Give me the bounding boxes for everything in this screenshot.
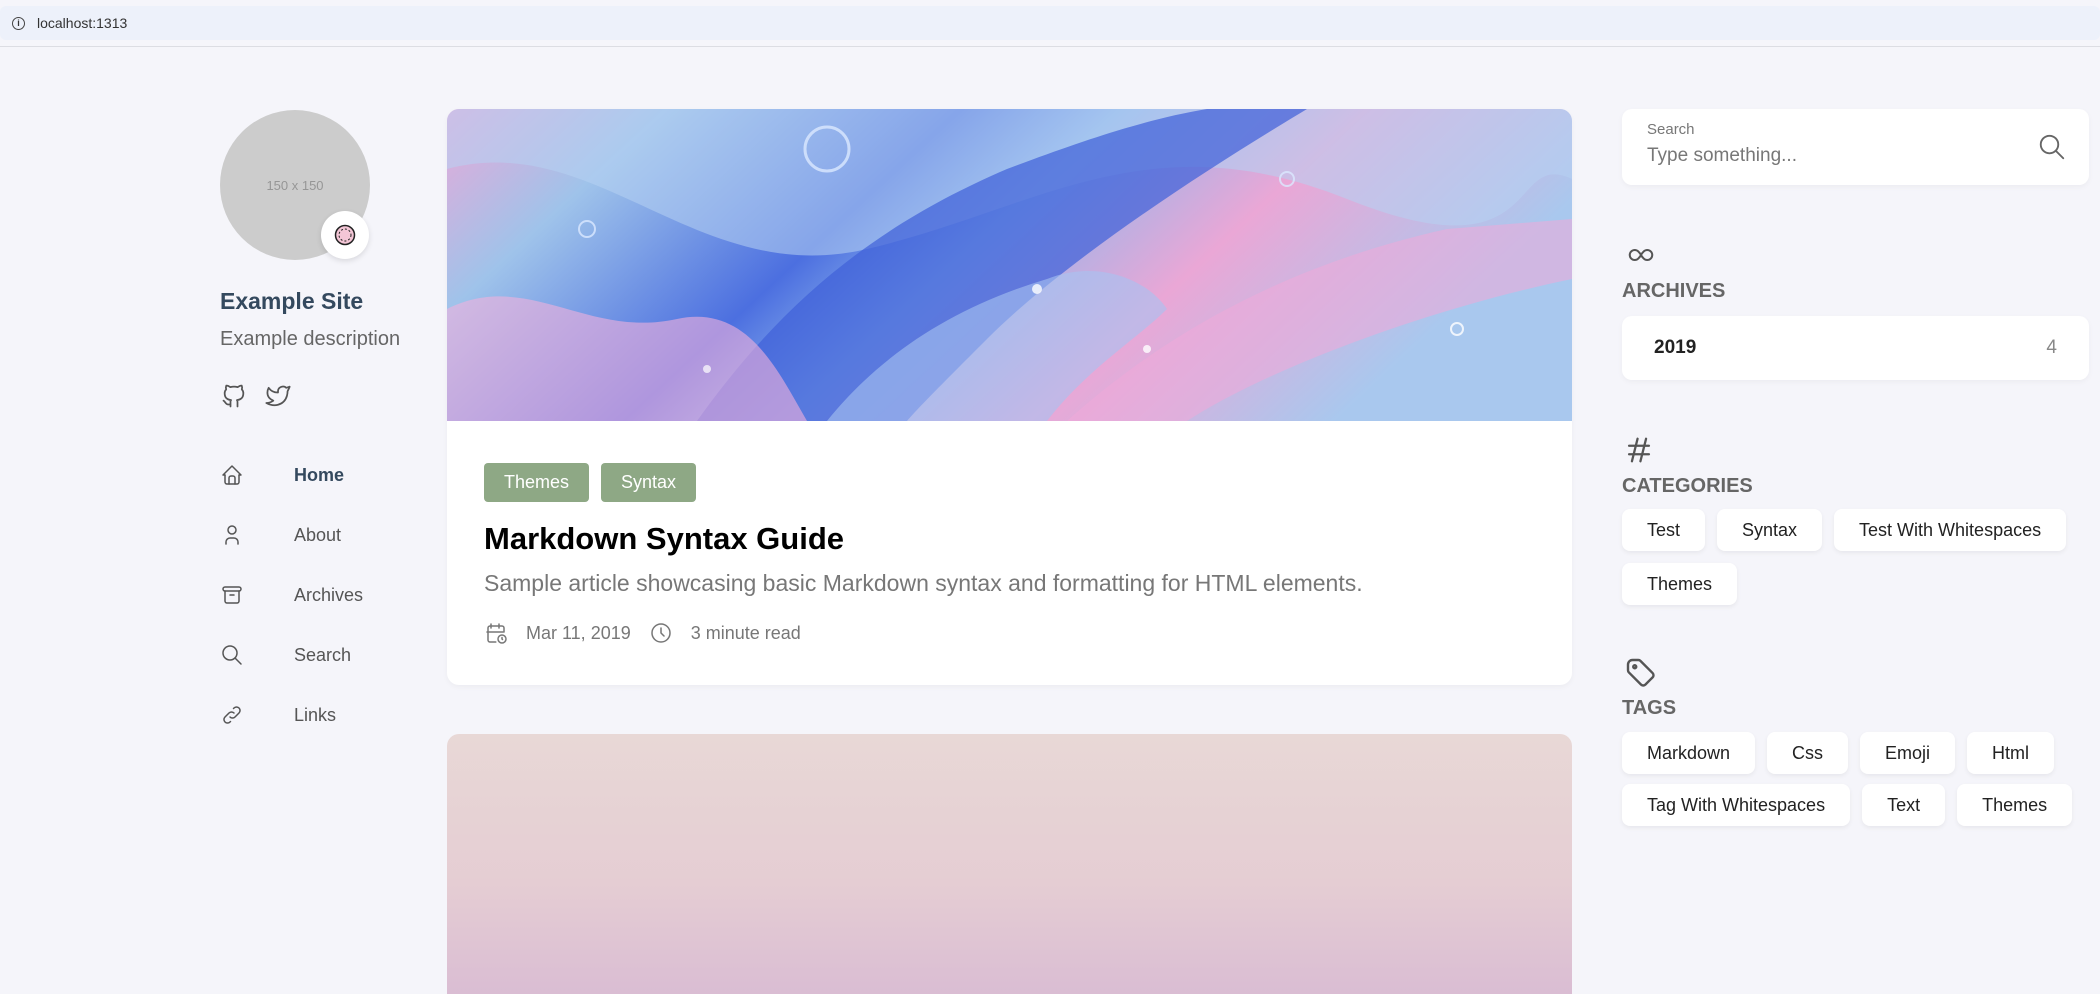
home-icon xyxy=(222,465,242,485)
archives-title: ARCHIVES xyxy=(1622,280,1726,302)
category-tag[interactable]: Syntax xyxy=(601,463,697,502)
tag-chip[interactable]: Emoji xyxy=(1860,732,1956,774)
clock-icon xyxy=(650,623,671,643)
tag-chip[interactable]: Themes xyxy=(1957,784,2073,826)
avatar-emoji-badge xyxy=(321,211,369,259)
category-chip[interactable]: Test With Whitespaces xyxy=(1834,509,2067,551)
next-article-card-image[interactable] xyxy=(447,734,1572,994)
menu-item-home[interactable]: Home xyxy=(220,445,363,505)
archive-count: 4 xyxy=(2046,337,2057,358)
menu-item-label: Archives xyxy=(294,584,364,605)
avatar-placeholder-text: 150 x 150 xyxy=(266,177,324,193)
menu-item-search[interactable]: Search xyxy=(220,625,363,685)
category-chip[interactable]: Syntax xyxy=(1717,509,1823,551)
category-chip[interactable]: Test xyxy=(1622,509,1706,551)
tag-chip[interactable]: Markdown xyxy=(1622,732,1756,774)
github-icon xyxy=(222,384,245,408)
tags-list: Markdown Css Emoji Html Tag With Whitesp… xyxy=(1622,732,2092,836)
category-chip[interactable]: Themes xyxy=(1622,563,1738,605)
link-icon xyxy=(223,706,241,724)
menu-item-label: Home xyxy=(294,464,345,485)
article-read-time: 3 minute read xyxy=(690,622,801,643)
infinity-icon xyxy=(1628,249,1654,261)
calendar-icon xyxy=(486,623,507,644)
main-menu: Home About Archives Search Links xyxy=(220,445,363,745)
menu-item-label: Links xyxy=(294,704,337,725)
menu-item-label: About xyxy=(294,524,342,545)
article-meta: Mar 11, 2019 3 minute read xyxy=(484,621,819,645)
search-widget: Search xyxy=(1622,109,2089,185)
tag-chip[interactable]: Html xyxy=(1967,732,2055,774)
search-icon xyxy=(222,645,242,665)
category-tag[interactable]: Themes xyxy=(484,463,590,502)
address-bar-divider xyxy=(0,46,2100,47)
search-button-icon[interactable] xyxy=(2037,132,2067,162)
social-links xyxy=(220,382,292,415)
twitter-link[interactable] xyxy=(264,382,292,415)
menu-item-label: Search xyxy=(294,644,352,665)
tag-chip[interactable]: Tag With Whitespaces xyxy=(1622,784,1851,826)
url-text[interactable]: localhost:1313 xyxy=(37,15,127,31)
search-label: Search xyxy=(1647,121,1695,138)
article-date: Mar 11, 2019 xyxy=(526,622,631,643)
hash-icon xyxy=(1627,437,1651,463)
address-bar[interactable]: i localhost:1313 xyxy=(0,6,2100,40)
article-card[interactable]: Themes Syntax Markdown Syntax Guide Samp… xyxy=(447,109,1572,685)
twitter-icon xyxy=(265,385,291,407)
search-input[interactable] xyxy=(1647,145,2027,167)
menu-item-links[interactable]: Links xyxy=(220,685,363,745)
site-info-icon[interactable]: i xyxy=(12,16,25,30)
tag-chip[interactable]: Css xyxy=(1767,732,1849,774)
article-categories: Themes Syntax xyxy=(484,463,697,502)
article-title[interactable]: Markdown Syntax Guide xyxy=(484,521,844,557)
emoji-icon xyxy=(334,224,356,246)
github-link[interactable] xyxy=(220,382,248,415)
site-name[interactable]: Example Site xyxy=(220,288,363,315)
menu-item-about[interactable]: About xyxy=(220,505,363,565)
article-description: Sample article showcasing basic Markdown… xyxy=(484,570,1363,596)
categories-title: CATEGORIES xyxy=(1622,475,1753,497)
categories-list: Test Syntax Test With Whitespaces Themes xyxy=(1622,509,2092,617)
menu-item-archives[interactable]: Archives xyxy=(220,565,363,625)
tag-chip[interactable]: Text xyxy=(1862,784,1946,826)
user-icon xyxy=(225,525,239,545)
article-cover-image[interactable] xyxy=(447,109,1572,421)
archive-year: 2019 xyxy=(1654,337,1697,358)
archive-icon xyxy=(222,586,242,604)
site-description: Example description xyxy=(220,328,401,350)
tag-icon xyxy=(1626,658,1655,687)
archive-year-row[interactable]: 2019 4 xyxy=(1622,316,2089,380)
tags-title: TAGS xyxy=(1622,697,1677,719)
